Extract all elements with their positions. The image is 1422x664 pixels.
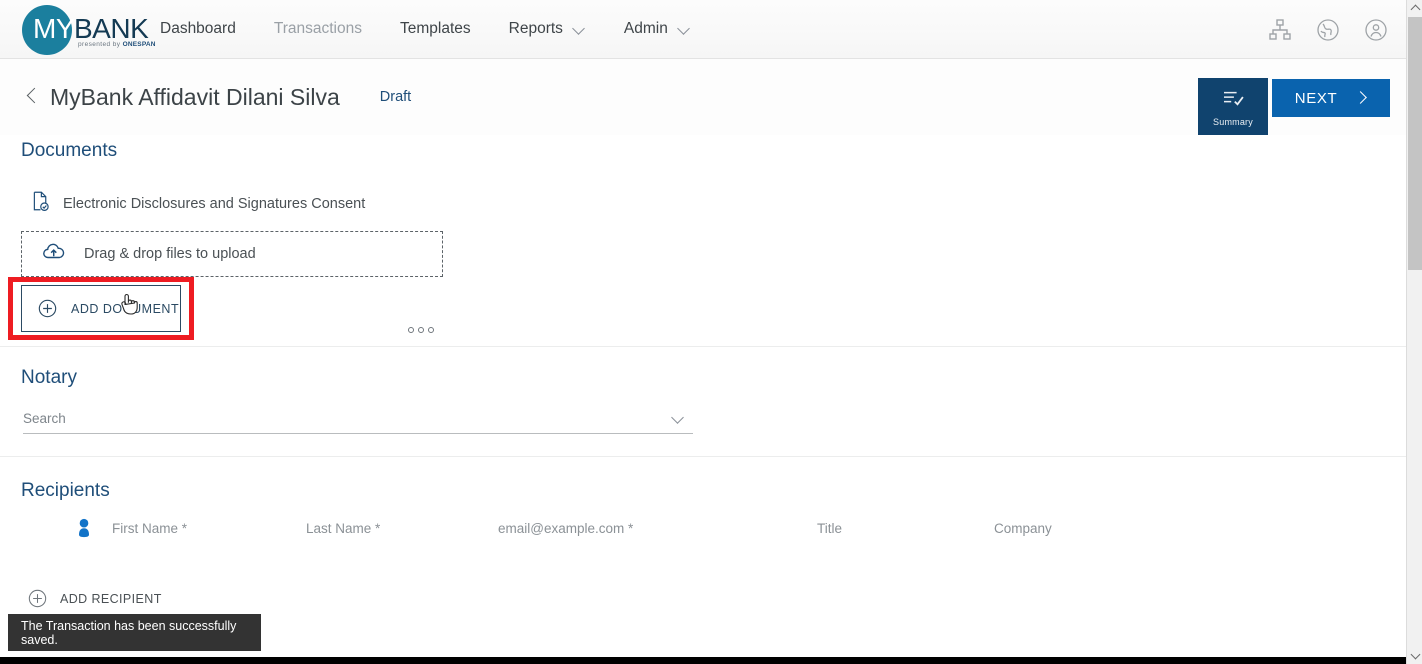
logo-tagline: presented by ONESPAN — [78, 41, 156, 48]
document-list-item[interactable]: Electronic Disclosures and Signatures Co… — [30, 190, 365, 217]
notary-search-placeholder: Search — [23, 411, 66, 426]
scroll-up-arrow-icon[interactable] — [1407, 0, 1422, 16]
top-right-icon-group — [1268, 0, 1388, 59]
toast-notification: The Transaction has been successfully sa… — [8, 614, 261, 651]
scroll-down-arrow-icon[interactable] — [1407, 648, 1422, 664]
document-check-icon — [30, 190, 51, 217]
add-recipient-label: ADD RECIPIENT — [60, 592, 162, 606]
plus-circle-icon — [38, 299, 57, 318]
summary-checklist-icon — [1220, 89, 1246, 112]
summary-button-label: Summary — [1213, 117, 1253, 127]
recipient-first-name-input[interactable]: First Name * — [112, 521, 187, 536]
cloud-upload-icon — [42, 242, 66, 266]
transaction-header: MyBank Affidavit Dilani Silva Draft Summ… — [0, 59, 1406, 135]
nav-item-templates[interactable]: Templates — [400, 20, 471, 38]
dot — [408, 327, 414, 333]
file-dropzone[interactable]: Drag & drop files to upload — [21, 231, 443, 277]
notary-section: Notary Search — [0, 346, 1406, 455]
logo-tagline-prefix: presented by — [78, 41, 123, 48]
user-account-icon[interactable] — [1364, 18, 1388, 42]
nav-item-templates-label: Templates — [400, 20, 471, 38]
status-badge: Draft — [380, 89, 411, 105]
recipient-title-input[interactable]: Title — [817, 521, 842, 536]
documents-section: Documents Electronic Disclosures and Sig… — [0, 135, 1406, 345]
globe-icon[interactable] — [1316, 18, 1340, 42]
nav-item-transactions-label: Transactions — [274, 20, 362, 38]
chevron-down-icon — [574, 23, 586, 35]
notary-section-title: Notary — [21, 367, 77, 389]
dropzone-label: Drag & drop files to upload — [84, 246, 256, 262]
caret — [1410, 5, 1420, 15]
notary-search-combobox[interactable]: Search — [23, 404, 693, 434]
nav-item-dashboard-label: Dashboard — [160, 20, 236, 38]
recipient-company-input[interactable]: Company — [994, 521, 1052, 536]
logo-bank-text: BANK — [74, 13, 148, 44]
document-name: Electronic Disclosures and Signatures Co… — [63, 196, 365, 212]
logo-my-text: MY — [33, 13, 74, 44]
caret — [1410, 650, 1420, 660]
top-navigation-bar: MYBANK presented by ONESPAN Dashboard Tr… — [0, 0, 1406, 59]
summary-button[interactable]: Summary — [1198, 78, 1268, 137]
sitemap-icon[interactable] — [1268, 18, 1292, 42]
documents-section-title: Documents — [21, 140, 117, 162]
nav-item-reports-label: Reports — [509, 20, 563, 38]
nav-item-admin-label: Admin — [624, 20, 668, 38]
nav-item-dashboard[interactable]: Dashboard — [160, 20, 236, 38]
chevron-down-icon[interactable] — [673, 412, 685, 424]
page-title: MyBank Affidavit Dilani Silva — [50, 84, 340, 111]
chevron-right-icon — [1356, 93, 1367, 104]
recipient-last-name-input[interactable]: Last Name * — [306, 521, 380, 536]
add-document-button[interactable]: ADD DOCUMENT — [21, 285, 181, 332]
add-recipient-button[interactable]: ADD RECIPIENT — [28, 589, 162, 608]
recipients-section-title: Recipients — [21, 480, 110, 502]
recipient-email-input[interactable]: email@example.com * — [498, 521, 633, 536]
vertical-scrollbar[interactable] — [1406, 0, 1422, 664]
back-chevron-icon[interactable] — [20, 84, 46, 110]
window-bottom-edge — [0, 657, 1406, 664]
document-more-options-icon[interactable] — [408, 327, 434, 333]
scrollbar-thumb[interactable] — [1408, 17, 1422, 270]
brand-logo[interactable]: MYBANK presented by ONESPAN — [0, 0, 160, 59]
dot — [428, 327, 434, 333]
toast-message: The Transaction has been successfully sa… — [21, 619, 261, 647]
next-button-label: NEXT — [1295, 90, 1337, 107]
recipient-row: First Name * Last Name * email@example.c… — [0, 515, 1406, 549]
nav-item-transactions[interactable]: Transactions — [274, 20, 362, 38]
logo-tagline-brand: ONESPAN — [123, 41, 156, 48]
dot — [418, 327, 424, 333]
next-button[interactable]: NEXT — [1272, 79, 1390, 117]
mouse-cursor-pointer — [118, 292, 140, 318]
nav-item-reports[interactable]: Reports — [509, 20, 586, 38]
plus-circle-icon — [28, 589, 47, 608]
chevron-down-icon — [679, 23, 691, 35]
nav-item-admin[interactable]: Admin — [624, 20, 691, 38]
person-icon — [75, 518, 93, 538]
